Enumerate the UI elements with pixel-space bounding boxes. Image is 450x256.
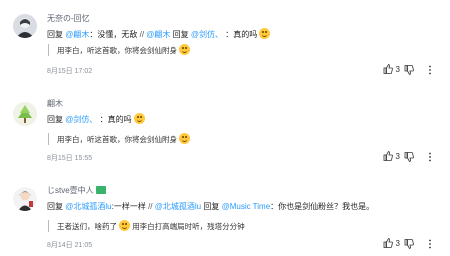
mention-link[interactable]: @北城孤酒lu [155, 202, 201, 211]
thumbs-up-icon [383, 64, 393, 74]
laughing-emoji-icon [259, 28, 271, 39]
thumbs-down-icon[interactable] [404, 65, 414, 75]
mention-link[interactable]: @剑仿、 [191, 30, 223, 39]
avatar[interactable] [13, 187, 37, 211]
comment-date: 8月15日 15:55 [47, 155, 93, 162]
comment-date: 8月15日 17:02 [47, 68, 93, 75]
smile-emoji-icon [119, 220, 131, 231]
like-count: 3 [395, 238, 400, 248]
comment-item: じstve壹中人 回复 @北城孤酒lu:一样一样 // @北城孤酒lu 回复 @… [0, 170, 450, 256]
like-button[interactable]: 3 [383, 64, 400, 74]
like-button[interactable]: 3 [383, 238, 400, 248]
quoted-comment[interactable]: 用李白，听这首歌，你将会剑仙附身 [48, 44, 191, 56]
comment-text: 回复 @剑仿、 ：真的吗 [47, 113, 145, 125]
badge-icon [95, 186, 106, 194]
avatar[interactable] [13, 102, 37, 126]
comment-item: 翩木 回复 @剑仿、 ：真的吗 用李白，听这首歌，你将会剑仙附身 8月15日 1… [0, 85, 450, 170]
more-options-icon[interactable] [426, 239, 434, 249]
thumbs-up-icon [383, 151, 393, 161]
comment-author[interactable]: 翩木 [47, 98, 63, 109]
quoted-comment[interactable]: 用李白，听这首歌，你将会剑仙附身 [48, 133, 191, 145]
thumbs-down-icon[interactable] [404, 239, 414, 249]
smile-emoji-icon [179, 133, 191, 144]
mention-link[interactable]: @翩木 [146, 30, 170, 39]
comment-date: 8月14日 21:05 [47, 242, 93, 249]
comment-author[interactable]: 无奈の-回忆 [47, 13, 90, 24]
quoted-comment[interactable]: 王者送们，啥药了 用李白打高端局时听，残塔分分钟 [48, 220, 245, 232]
like-button[interactable]: 3 [383, 151, 400, 161]
comment-text: 回复 @北城孤酒lu:一样一样 // @北城孤酒lu 回复 @Music Tim… [47, 202, 375, 211]
mention-link[interactable]: @剑仿、 [65, 115, 97, 124]
mention-link[interactable]: @Music Time [222, 202, 271, 211]
mention-link[interactable]: @翩木 [65, 30, 89, 39]
like-count: 3 [395, 64, 400, 74]
more-options-icon[interactable] [426, 65, 434, 75]
more-options-icon[interactable] [426, 152, 434, 162]
comment-author[interactable]: じstve壹中人 [47, 185, 106, 196]
smile-emoji-icon [179, 44, 191, 55]
comment-text: 回复 @翩木：没懂，无敌 // @翩木 回复 @剑仿、 ：真的吗 [47, 28, 271, 40]
avatar[interactable] [13, 14, 37, 38]
comment-item: 无奈の-回忆 回复 @翩木：没懂，无敌 // @翩木 回复 @剑仿、 ：真的吗 … [0, 0, 450, 85]
thumbs-up-icon [383, 238, 393, 248]
mention-link[interactable]: @北城孤酒lu [65, 202, 111, 211]
thumbs-down-icon[interactable] [404, 152, 414, 162]
like-count: 3 [395, 151, 400, 161]
laughing-emoji-icon [133, 113, 145, 124]
